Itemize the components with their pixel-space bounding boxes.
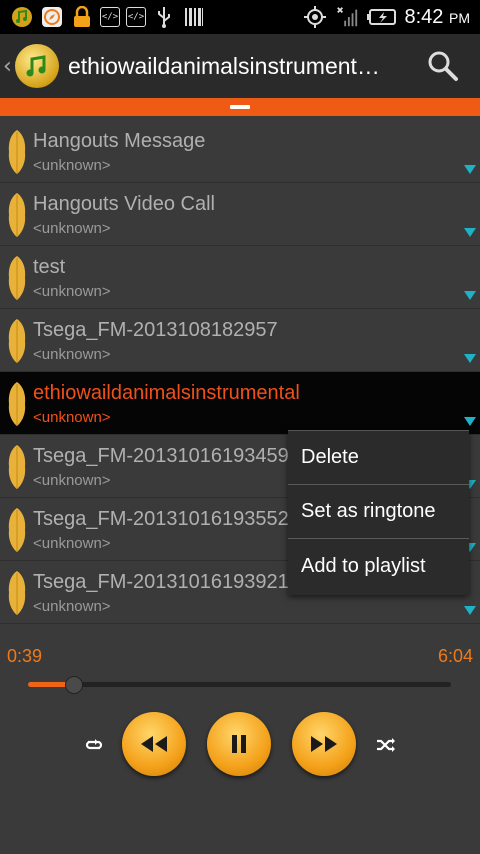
track-title: Tsega_FM-20131016193921 xyxy=(33,571,289,593)
code-icon: </> xyxy=(100,7,120,27)
lock-icon xyxy=(70,5,94,29)
back-chevron-icon[interactable]: ‹ xyxy=(3,54,13,79)
track-artist: <unknown> xyxy=(33,409,111,426)
rewind-icon xyxy=(141,736,167,752)
shuffle-button[interactable] xyxy=(375,734,397,756)
shuffle-icon xyxy=(377,738,395,752)
track-row[interactable]: Hangouts Video Call <unknown> xyxy=(0,183,480,246)
track-thumbnail-icon xyxy=(8,571,26,615)
track-artist: <unknown> xyxy=(33,220,111,237)
track-title: Hangouts Video Call xyxy=(33,193,215,215)
list-pull-handle[interactable] xyxy=(0,98,480,116)
playback-controls xyxy=(0,712,480,778)
fast-forward-button[interactable] xyxy=(292,712,356,776)
expand-triangle-icon[interactable] xyxy=(464,291,476,300)
elapsed-time: 0:39 xyxy=(7,646,43,666)
expand-triangle-icon[interactable] xyxy=(464,417,476,426)
usb-icon xyxy=(152,5,176,29)
track-thumbnail-icon xyxy=(8,130,26,174)
menu-item-add-to-playlist[interactable]: Add to playlist xyxy=(288,539,469,593)
track-row[interactable]: Tsega_FM-2013108182957 <unknown> xyxy=(0,309,480,372)
player-panel: 0:39 6:04 xyxy=(0,636,480,854)
track-artist: <unknown> xyxy=(33,598,111,615)
barcode-icon xyxy=(182,5,206,29)
track-title: Tsega_FM-20131016193459 xyxy=(33,445,289,467)
track-artist: <unknown> xyxy=(33,472,111,489)
action-bar: ‹ ethiowaildanimalsinstrument… xyxy=(0,34,480,98)
track-row-now-playing[interactable]: ethiowaildanimalsinstrumental <unknown> xyxy=(0,372,480,435)
expand-triangle-icon[interactable] xyxy=(464,165,476,174)
pause-icon xyxy=(232,735,246,753)
track-artist: <unknown> xyxy=(33,535,111,552)
search-icon xyxy=(428,51,458,81)
context-menu: Delete Set as ringtone Add to playlist xyxy=(288,430,469,595)
expand-triangle-icon[interactable] xyxy=(464,228,476,237)
repeat-button[interactable] xyxy=(83,734,105,756)
expand-triangle-icon[interactable] xyxy=(464,354,476,363)
track-thumbnail-icon xyxy=(8,319,26,363)
music-notification-icon xyxy=(10,5,34,29)
total-time: 6:04 xyxy=(437,646,473,666)
track-artist: <unknown> xyxy=(33,283,111,300)
app-music-icon[interactable] xyxy=(15,44,59,88)
track-artist: <unknown> xyxy=(33,346,111,363)
track-thumbnail-icon xyxy=(8,193,26,237)
clock: 8:42 PM xyxy=(404,5,471,28)
track-thumbnail-icon xyxy=(8,508,26,552)
expand-triangle-icon[interactable] xyxy=(464,606,476,615)
compass-icon xyxy=(40,5,64,29)
seek-thumb[interactable] xyxy=(65,676,84,694)
pause-button[interactable] xyxy=(207,712,271,776)
repeat-icon xyxy=(85,739,103,750)
track-row[interactable]: Hangouts Message <unknown> xyxy=(0,120,480,183)
track-title: test xyxy=(33,256,66,278)
no-signal-icon xyxy=(335,5,359,29)
track-title: ethiowaildanimalsinstrumental xyxy=(33,382,300,404)
seek-bar[interactable] xyxy=(28,676,451,694)
track-title: Tsega_FM-2013108182957 xyxy=(33,319,278,341)
track-row[interactable]: test <unknown> xyxy=(0,246,480,309)
track-thumbnail-icon xyxy=(8,256,26,300)
code-icon: </> xyxy=(126,7,146,27)
gps-icon xyxy=(303,5,327,29)
fast-forward-icon xyxy=(311,736,337,752)
battery-charging-icon xyxy=(366,5,397,29)
search-button[interactable] xyxy=(426,49,460,83)
track-title: Hangouts Message xyxy=(33,130,206,152)
track-title: Tsega_FM-20131016193552 xyxy=(33,508,289,530)
track-thumbnail-icon xyxy=(8,382,26,426)
menu-item-set-as-ringtone[interactable]: Set as ringtone xyxy=(288,485,469,539)
menu-item-delete[interactable]: Delete xyxy=(288,431,469,485)
track-artist: <unknown> xyxy=(33,157,111,174)
status-bar: </> </> 8:42 PM xyxy=(0,0,480,34)
rewind-button[interactable] xyxy=(122,712,186,776)
page-title: ethiowaildanimalsinstrument… xyxy=(68,52,380,79)
handle-grip-icon xyxy=(230,105,250,109)
track-thumbnail-icon xyxy=(8,445,26,489)
